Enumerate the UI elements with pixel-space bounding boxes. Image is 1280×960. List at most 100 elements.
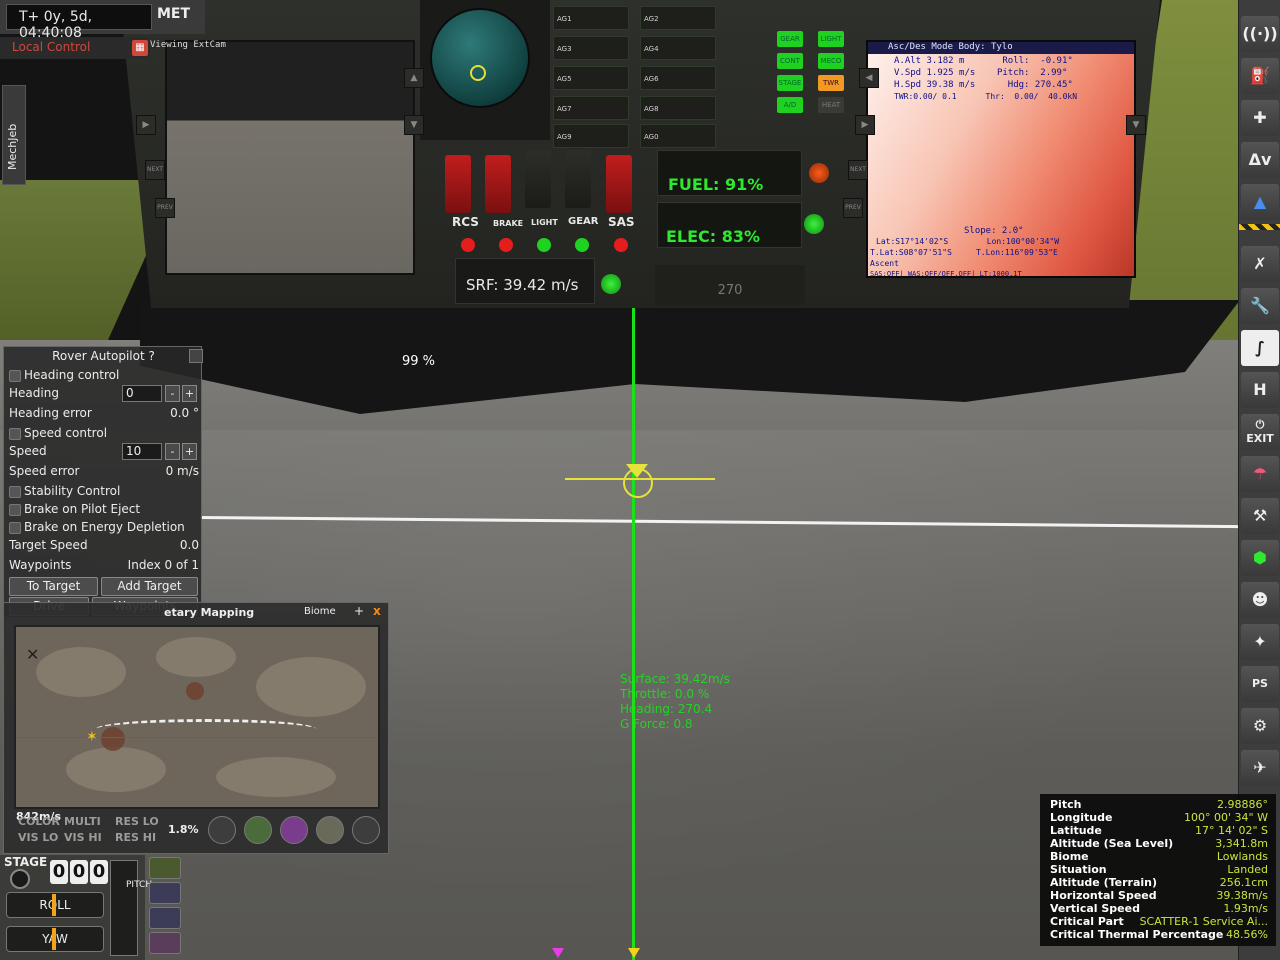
res-hi-button[interactable]: RES HI (115, 831, 156, 844)
ps-button[interactable]: PS (1241, 666, 1279, 702)
bezel-down-icon[interactable]: ▼ (404, 115, 424, 135)
ag3-button[interactable]: AG3 (553, 36, 629, 60)
resource-icon[interactable] (149, 882, 181, 904)
mfd-next-button[interactable]: NEXT (848, 160, 868, 180)
cube-icon[interactable]: ⬢ (1241, 540, 1279, 576)
cont-indicator[interactable]: CONT (777, 53, 803, 69)
prev-button[interactable]: PREV (155, 198, 175, 218)
met-label[interactable]: MET (157, 6, 190, 22)
autopilot-icon[interactable]: ▲ (1241, 184, 1279, 220)
gear-label: GEAR (568, 216, 599, 227)
mfd-right-icon[interactable]: ▶ (855, 115, 875, 135)
heading-input[interactable]: 0 (122, 385, 162, 402)
maneuver-icon[interactable] (149, 932, 181, 954)
biome-mode-button[interactable]: Biome (304, 606, 336, 617)
boot-icon[interactable]: ⚙ (1241, 708, 1279, 744)
brake-energy-checkbox[interactable] (9, 522, 21, 534)
ag0-button[interactable]: AG0 (640, 124, 716, 148)
local-control-icon[interactable]: ▦ (132, 40, 148, 56)
bezel-up-icon[interactable]: ▲ (404, 68, 424, 88)
science-icon[interactable]: ☂ (1241, 456, 1279, 492)
light-indicator[interactable]: LIGHT (818, 31, 844, 47)
exit-button[interactable]: ⏻ EXIT (1241, 414, 1279, 450)
heading-increment-button[interactable]: + (182, 385, 197, 402)
hangar-icon[interactable]: H (1241, 372, 1279, 408)
stage-indicator[interactable]: STAGE (777, 75, 803, 91)
stability-row[interactable]: Stability Control (9, 483, 199, 501)
landing-icon[interactable]: ✈ (1241, 750, 1279, 786)
engine-icon[interactable] (149, 857, 181, 879)
navball[interactable] (430, 8, 530, 108)
ag9-button[interactable]: AG9 (553, 124, 629, 148)
ag5-button[interactable]: AG5 (553, 66, 629, 90)
mfd-prev-button[interactable]: PREV (843, 198, 863, 218)
wrench-icon[interactable]: 🔧 (1241, 288, 1279, 324)
vis-hi-button[interactable]: VIS HI (64, 831, 102, 844)
antenna-icon[interactable]: ((·)) (1241, 16, 1279, 52)
gear-indicator[interactable]: GEAR (777, 31, 803, 47)
ag8-button[interactable]: AG8 (640, 96, 716, 120)
vis-lo-button[interactable]: VIS LO (18, 831, 58, 844)
brake-switch[interactable] (485, 155, 511, 213)
mapping-close-button[interactable]: x (373, 604, 381, 618)
ag2-button[interactable]: AG2 (640, 6, 716, 30)
to-target-button[interactable]: To Target (9, 577, 98, 596)
path-icon[interactable]: ∫ (1241, 330, 1279, 366)
heat-indicator[interactable]: HEAT (818, 97, 844, 113)
speed-control-row[interactable]: Speed control (9, 425, 199, 443)
help-icon[interactable]: ? (149, 349, 155, 363)
ag4-button[interactable]: AG4 (640, 36, 716, 60)
ag1-button[interactable]: AG1 (553, 6, 629, 30)
biome-map[interactable]: ✶ ✕ (14, 625, 380, 809)
tools-icon[interactable]: ✚ (1241, 100, 1279, 136)
heading-control-checkbox[interactable] (9, 370, 21, 382)
stability-checkbox[interactable] (9, 486, 21, 498)
res-lo-button[interactable]: RES LO (115, 815, 159, 828)
wolf-icon[interactable]: ✦ (1241, 624, 1279, 660)
heading-control-row[interactable]: Heading control (9, 367, 199, 385)
ag7-button[interactable]: AG7 (553, 96, 629, 120)
bezel-left-icon[interactable]: ▶ (136, 115, 156, 135)
rcs-switch[interactable] (445, 155, 471, 213)
mechjeb-tab[interactable]: MechJeb (2, 85, 26, 185)
color-button[interactable]: COLOR (18, 815, 60, 828)
gear-switch[interactable] (565, 150, 591, 208)
biome-map-icon[interactable] (280, 816, 308, 844)
map-view-icon[interactable] (149, 907, 181, 929)
local-control-label[interactable]: Local Control (0, 37, 150, 59)
mapping-title: etary Mapping (164, 606, 255, 619)
globe-icon[interactable] (208, 816, 236, 844)
add-target-button[interactable]: Add Target (101, 577, 198, 596)
meco-indicator[interactable]: MECO (818, 53, 844, 69)
sas-switch[interactable] (606, 155, 632, 213)
stage-lock-icon[interactable] (10, 869, 30, 889)
mfd-down-icon[interactable]: ▼ (1126, 115, 1146, 135)
speed-increment-button[interactable]: + (182, 443, 197, 460)
instrument-icon[interactable] (316, 816, 344, 844)
ad-indicator[interactable]: A/D (777, 97, 803, 113)
expand-button[interactable]: + (354, 604, 364, 618)
brake-eject-checkbox[interactable] (9, 504, 21, 516)
twr-indicator[interactable]: TWR (818, 75, 844, 91)
speed-control-checkbox[interactable] (9, 428, 21, 440)
speed-input[interactable]: 10 (122, 443, 162, 460)
mfd-left-icon[interactable]: ◀ (859, 68, 879, 88)
brake-energy-row[interactable]: Brake on Energy Depletion (9, 519, 199, 537)
window-close-button[interactable] (189, 349, 203, 363)
multi-button[interactable]: MULTI (64, 815, 101, 828)
brake-eject-row[interactable]: Brake on Pilot Eject (9, 501, 199, 519)
ag6-button[interactable]: AG6 (640, 66, 716, 90)
wrench-crossed-icon[interactable]: ✗ (1241, 246, 1279, 282)
robot-arm-icon[interactable]: ⚒ (1241, 498, 1279, 534)
fuel-tank-icon[interactable]: ⛽ (1241, 58, 1279, 94)
next-button[interactable]: NEXT (145, 160, 165, 180)
flight-info-row: Critical Part SCATTER-1 Service Ai... (1050, 915, 1268, 928)
heading-decrement-button[interactable]: - (165, 385, 180, 402)
delta-v-icon[interactable]: Δv (1241, 142, 1279, 178)
pitch-label: PITCH (126, 880, 152, 890)
kerbal-icon[interactable]: ☻ (1241, 582, 1279, 618)
light-switch[interactable] (525, 150, 551, 208)
settings-gear-icon[interactable] (352, 816, 380, 844)
speed-decrement-button[interactable]: - (165, 443, 180, 460)
zoom-map-icon[interactable] (244, 816, 272, 844)
